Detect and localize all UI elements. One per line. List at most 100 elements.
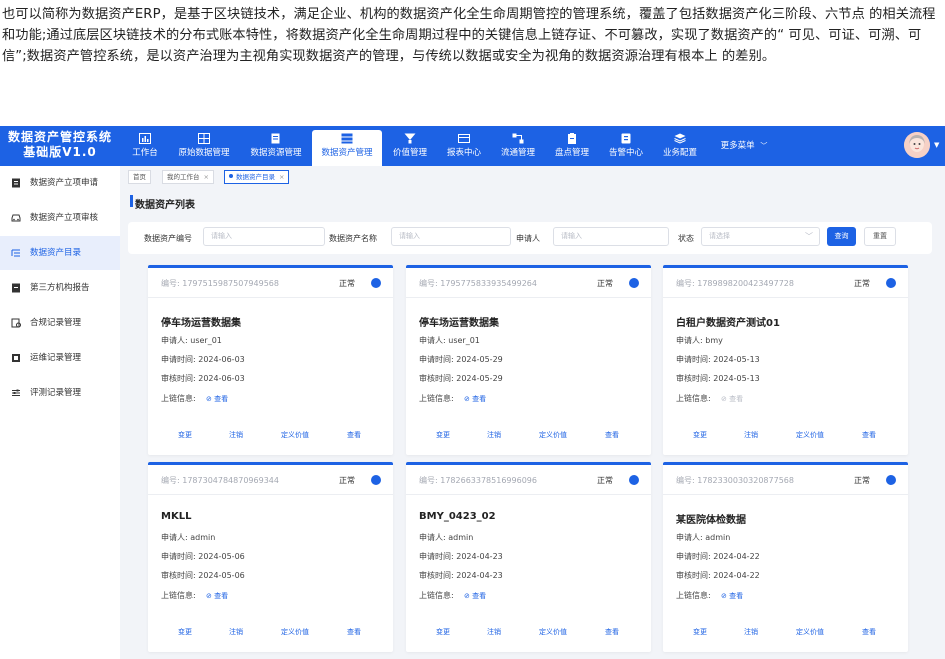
define-value-button[interactable]: 定义价值 — [796, 627, 824, 637]
nav-item-alarm[interactable]: 告警中心 — [604, 126, 648, 166]
nav-item-inventory[interactable]: 盘点管理 — [550, 126, 594, 166]
change-button[interactable]: 变更 — [178, 430, 192, 440]
apply-time-value: 2024-06-03 — [198, 355, 245, 364]
asset-code-input[interactable]: 请输入 — [203, 227, 325, 246]
nav-item-business-config[interactable]: 业务配置 — [658, 126, 702, 166]
applicant-label: 申请人: — [419, 336, 449, 345]
sidebar-item-evaluation[interactable]: 评测记录管理 — [0, 376, 120, 410]
sidebar-item-label: 数据资产立项申请 — [30, 178, 99, 188]
report-icon — [12, 283, 20, 293]
nav-item-data-resource[interactable]: 数据资源管理 — [244, 126, 308, 166]
cancel-button[interactable]: 注销 — [487, 627, 501, 637]
define-value-button[interactable]: 定义价值 — [281, 627, 309, 637]
caret-down-icon[interactable]: ▼ — [934, 141, 939, 149]
view-button[interactable]: 查看 — [347, 430, 361, 440]
sidebar-item-project-review[interactable]: 数据资产立项审核 — [0, 201, 120, 235]
asset-card[interactable]: 编号: 1797515987507949568 正常 停车场运营数据集 申请人: us… — [148, 265, 393, 455]
view-button[interactable]: 查看 — [605, 430, 619, 440]
user-avatar-icon — [904, 132, 930, 158]
asset-card[interactable]: 编号: 1787304784870969344 正常 MKLL 申请人: admin 申… — [148, 462, 393, 652]
view-button[interactable]: 查看 — [862, 430, 876, 440]
change-button[interactable]: 变更 — [436, 430, 450, 440]
nav-item-raw-data[interactable]: 原始数据管理 — [172, 126, 236, 166]
asset-code-value: 1789898200423497728 — [697, 279, 794, 288]
asset-name-input[interactable]: 请输入 — [391, 227, 511, 246]
nav-item-report[interactable]: 报表中心 — [442, 126, 486, 166]
cancel-button[interactable]: 注销 — [744, 627, 758, 637]
define-value-button[interactable]: 定义价值 — [539, 430, 567, 440]
nav-item-workbench[interactable]: 工作台 — [126, 126, 164, 166]
define-value-button[interactable]: 定义价值 — [796, 430, 824, 440]
chain-info-label: 上链信息: — [676, 591, 711, 600]
change-button[interactable]: 变更 — [436, 627, 450, 637]
status-dot-icon — [371, 278, 381, 288]
status-badge: 正常 — [597, 476, 613, 485]
change-button[interactable]: 变更 — [693, 627, 707, 637]
cancel-button[interactable]: 注销 — [229, 430, 243, 440]
nav-item-circulation[interactable]: 流通管理 — [496, 126, 540, 166]
close-icon[interactable]: × — [279, 173, 284, 181]
ops-icon — [12, 354, 20, 362]
applicant-input[interactable]: 请输入 — [553, 227, 669, 246]
tab-my-workbench[interactable]: 我的工作台 × — [162, 170, 214, 184]
chain-view-label: 查看 — [472, 592, 487, 600]
cancel-button[interactable]: 注销 — [487, 430, 501, 440]
more-menu-dropdown[interactable]: 更多菜单 ﹀ — [714, 126, 774, 166]
apply-time-label: 申请时间: — [419, 355, 457, 364]
apply-time-row: 申请时间: 2024-05-06 — [161, 551, 245, 562]
reset-button[interactable]: 重置 — [864, 227, 896, 246]
cancel-button[interactable]: 注销 — [744, 430, 758, 440]
top-navigation-bar: 数据资产管控系统 基础版V1.0 工作台 原始数据管理 数据资源管理 数据资产管… — [0, 126, 945, 166]
chain-view-link[interactable]: ⊘ 查看 — [464, 591, 486, 601]
review-time-label: 审核时间: — [161, 374, 199, 383]
code-prefix: 编号: — [419, 476, 441, 485]
intro-paragraph: 也可以简称为数据资产ERP，是基于区块链技术，满足企业、机构的数据资产化全生命周… — [2, 7, 936, 64]
change-button[interactable]: 变更 — [693, 430, 707, 440]
asset-card[interactable]: 编号: 1782663378516996096 正常 BMY_0423_02 申请人:… — [406, 462, 651, 652]
status-select[interactable]: 请选择 ﹀ — [701, 227, 820, 246]
nav-label: 原始数据管理 — [178, 148, 230, 158]
sidebar-item-asset-catalog[interactable]: 数据资产目录 — [0, 236, 120, 270]
sidebar-item-compliance[interactable]: 合规记录管理 — [0, 306, 120, 340]
sidebar-item-label: 运维记录管理 — [30, 353, 82, 363]
avatar[interactable] — [904, 132, 930, 158]
apply-time-row: 申请时间: 2024-04-22 — [676, 551, 760, 562]
sidebar-item-project-apply[interactable]: 数据资产立项申请 — [0, 166, 120, 200]
applicant-row: 申请人: bmy — [676, 335, 723, 346]
file-icon — [271, 133, 280, 144]
sidebar-item-third-party-report[interactable]: 第三方机构报告 — [0, 271, 120, 305]
chain-view-link[interactable]: ⊘ 查看 — [721, 591, 743, 601]
tab-asset-catalog[interactable]: 数据资产目录 × — [224, 170, 290, 184]
applicant-value: user_01 — [190, 336, 222, 345]
eye-icon: ⊘ — [721, 592, 730, 600]
card-actions: 变更 注销 定义价值 查看 — [406, 627, 651, 641]
asset-card[interactable]: 编号: 1782330030320877568 正常 某医院体检数据 申请人: adm… — [663, 462, 908, 652]
applicant-value: admin — [448, 533, 474, 542]
close-icon[interactable]: × — [204, 173, 209, 181]
define-value-button[interactable]: 定义价值 — [281, 430, 309, 440]
view-button[interactable]: 查看 — [605, 627, 619, 637]
asset-card[interactable]: 编号: 1789898200423497728 正常 白租户数据资产测试01 申请人:… — [663, 265, 908, 455]
view-button[interactable]: 查看 — [347, 627, 361, 637]
status-badge: 正常 — [597, 279, 613, 288]
nav-item-value[interactable]: 价值管理 — [388, 126, 432, 166]
query-button[interactable]: 查询 — [827, 227, 856, 246]
view-button[interactable]: 查看 — [862, 627, 876, 637]
code-prefix: 编号: — [676, 279, 698, 288]
tab-home[interactable]: 首页 — [128, 170, 151, 184]
change-button[interactable]: 变更 — [178, 627, 192, 637]
chain-view-link[interactable]: ⊘ 查看 — [206, 394, 228, 404]
nav-item-data-asset[interactable]: 数据资产管理 — [312, 130, 382, 166]
apply-time-row: 申请时间: 2024-05-29 — [419, 354, 503, 365]
applicant-label: 申请人: — [161, 336, 191, 345]
nav-label: 流通管理 — [500, 148, 535, 158]
sidebar-item-ops-records[interactable]: 运维记录管理 — [0, 341, 120, 375]
status-label: 状态 — [678, 234, 694, 243]
define-value-button[interactable]: 定义价值 — [539, 627, 567, 637]
asset-code-value: 1795775833935499264 — [440, 279, 537, 288]
asset-card[interactable]: 编号: 1795775833935499264 正常 停车场运营数据集 申请人: us… — [406, 265, 651, 455]
chain-view-label: 查看 — [214, 592, 229, 600]
chain-view-link[interactable]: ⊘ 查看 — [206, 591, 228, 601]
chain-view-link[interactable]: ⊘ 查看 — [464, 394, 486, 404]
cancel-button[interactable]: 注销 — [229, 627, 243, 637]
